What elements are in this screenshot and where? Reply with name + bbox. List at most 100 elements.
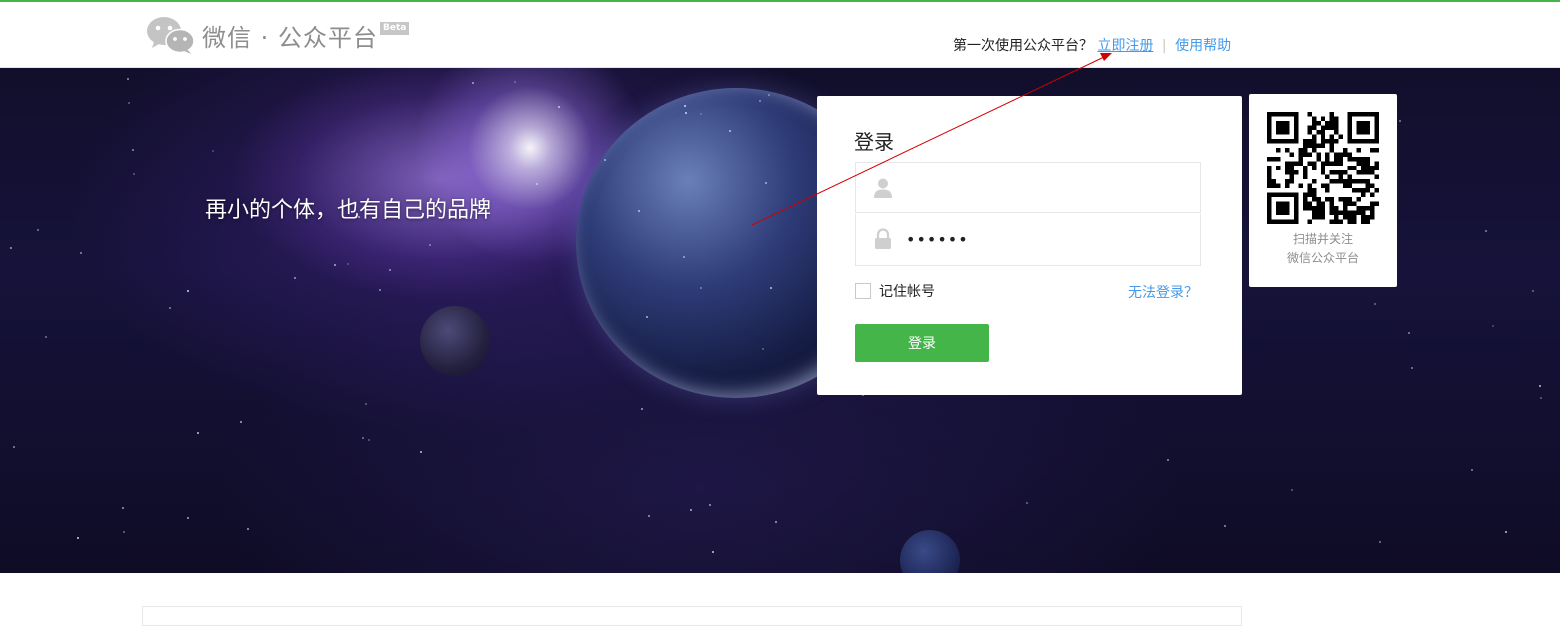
star: [762, 348, 764, 350]
star: [646, 316, 648, 318]
login-title: 登录: [854, 130, 894, 154]
star: [765, 182, 767, 184]
star: [128, 102, 130, 104]
star: [122, 507, 124, 509]
qr-caption-line2: 微信公众平台: [1286, 251, 1359, 265]
star: [729, 130, 731, 132]
star: [558, 106, 560, 108]
moon-image: [420, 306, 490, 376]
star: [770, 287, 772, 289]
star: [648, 515, 650, 517]
wechat-logo-icon: [147, 17, 195, 54]
site-header: 微信 · 公众平台 Beta 第一次使用公众平台？ 立即注册 | 使用帮助: [0, 2, 1560, 68]
help-link[interactable]: 使用帮助: [1175, 38, 1231, 54]
username-input[interactable]: [906, 163, 1186, 212]
star: [1411, 367, 1413, 369]
star: [187, 290, 189, 292]
star: [472, 82, 474, 84]
bottom-content-panel: [142, 606, 1242, 626]
star: [712, 551, 714, 553]
star: [365, 403, 367, 405]
star: [1379, 541, 1381, 543]
star: [1532, 290, 1534, 292]
star: [1291, 489, 1293, 491]
star: [13, 446, 15, 448]
star: [536, 183, 538, 185]
star: [759, 100, 761, 102]
star: [362, 437, 364, 439]
star: [1471, 469, 1473, 471]
login-panel: 登录 记住帐号 无法登录？ 登录: [817, 96, 1242, 395]
star: [604, 159, 606, 161]
qr-code-icon: [1267, 112, 1379, 224]
logo-text: 微信 · 公众平台: [202, 23, 378, 52]
qr-caption-line1: 扫描并关注: [1292, 232, 1353, 246]
small-planet-image: [900, 530, 960, 573]
star: [1485, 230, 1487, 232]
star: [1224, 525, 1226, 527]
link-separator: |: [1161, 38, 1167, 54]
register-link[interactable]: 立即注册: [1097, 38, 1153, 54]
star: [684, 105, 686, 107]
star: [429, 244, 431, 246]
header-links: 第一次使用公众平台？ 立即注册 | 使用帮助: [953, 35, 1231, 55]
star: [389, 269, 391, 271]
star: [1399, 120, 1401, 122]
star: [127, 78, 129, 80]
star: [641, 408, 643, 410]
star: [169, 307, 171, 309]
star: [10, 247, 12, 249]
star: [197, 432, 199, 434]
password-input[interactable]: [906, 214, 1186, 265]
star: [1539, 385, 1541, 387]
star: [700, 287, 702, 289]
lock-icon: [875, 228, 891, 249]
star: [709, 504, 711, 506]
star: [700, 113, 702, 115]
star: [420, 451, 422, 453]
user-icon: [874, 178, 892, 198]
star: [683, 256, 685, 258]
qr-caption: 扫描并关注 微信公众平台: [1249, 230, 1397, 268]
banner-slogan: 再小的个体，也有自己的品牌: [205, 198, 492, 223]
star: [240, 421, 242, 423]
star: [514, 81, 516, 83]
star: [247, 528, 249, 530]
first-time-prompt: 第一次使用公众平台？: [953, 38, 1093, 54]
star: [1408, 332, 1410, 334]
remember-account[interactable]: 记住帐号: [855, 281, 935, 301]
star: [1540, 397, 1542, 399]
star: [379, 289, 381, 291]
star: [80, 252, 82, 254]
star: [690, 509, 692, 511]
star: [368, 439, 370, 441]
password-field[interactable]: [855, 214, 1201, 266]
star: [347, 263, 349, 265]
login-button[interactable]: 登录: [855, 324, 989, 362]
star: [77, 537, 79, 539]
star: [1167, 459, 1169, 461]
star: [123, 531, 125, 533]
star: [685, 112, 687, 114]
qr-panel: 扫描并关注 微信公众平台: [1249, 94, 1397, 287]
username-field[interactable]: [855, 162, 1201, 213]
star: [294, 277, 296, 279]
star: [212, 150, 214, 152]
star: [775, 521, 777, 523]
star: [1374, 303, 1376, 305]
beta-badge: Beta: [380, 22, 410, 35]
star: [334, 264, 336, 266]
cannot-login-link[interactable]: 无法登录？: [1128, 282, 1198, 302]
star: [1026, 502, 1028, 504]
remember-checkbox[interactable]: [855, 283, 871, 299]
logo[interactable]: 微信 · 公众平台: [146, 14, 378, 56]
star: [768, 94, 770, 96]
star: [133, 173, 135, 175]
star: [187, 517, 189, 519]
star: [1505, 531, 1507, 533]
star: [638, 210, 640, 212]
remember-label: 记住帐号: [879, 284, 935, 300]
star: [37, 229, 39, 231]
star: [132, 149, 134, 151]
star: [1492, 325, 1494, 327]
